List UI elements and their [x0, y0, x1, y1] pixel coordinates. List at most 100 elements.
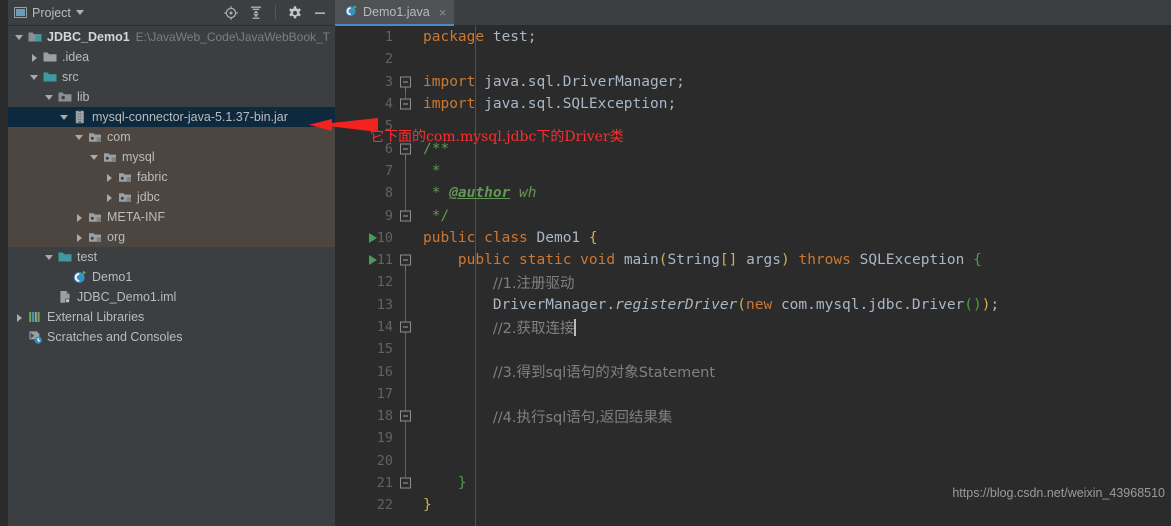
tree-expand-toggle-icon[interactable]	[104, 192, 115, 203]
tree-row[interactable]: JDBC_Demo1.iml	[8, 287, 335, 307]
fold-gutter[interactable]	[397, 71, 419, 94]
run-gutter-icon[interactable]	[369, 232, 377, 243]
tree-row[interactable]: JDBC_Demo1 E:\JavaWeb_Code\JavaWebBook_T	[8, 27, 335, 47]
editor-area: Demo1.java × 1 package test; 2 3 import java…	[335, 0, 1171, 526]
package-icon	[102, 149, 118, 165]
fold-gutter[interactable]	[397, 382, 419, 406]
tree-expand-toggle-icon[interactable]	[74, 212, 85, 223]
code-token: public	[423, 229, 476, 246]
tree-expand-toggle-icon[interactable]	[74, 132, 85, 143]
code-token: SQLException	[850, 252, 974, 269]
tab-demo1-java[interactable]: Demo1.java ×	[335, 0, 455, 26]
code-line: 19	[335, 427, 1171, 450]
tree-row[interactable]: Scratches and Consoles	[8, 327, 335, 347]
tree-row[interactable]: Demo1	[8, 267, 335, 287]
code-line: 9 */	[335, 204, 1171, 226]
iml-file-icon	[57, 289, 73, 305]
minimize-icon[interactable]	[312, 5, 328, 21]
tree-expand-toggle-icon[interactable]	[44, 252, 55, 263]
tree-row[interactable]: .idea	[8, 47, 335, 67]
tree-expand-toggle-icon[interactable]	[29, 72, 40, 83]
code-line-text: //3.得到sql语句的对象Statement	[419, 360, 1171, 382]
tree-row[interactable]: com	[8, 127, 335, 147]
fold-end-icon[interactable]	[400, 321, 411, 333]
fold-gutter[interactable]	[397, 293, 419, 316]
code-token: []	[719, 252, 738, 269]
red-arrow-icon	[309, 118, 378, 132]
code-token: (	[658, 252, 668, 269]
fold-gutter[interactable]	[397, 92, 419, 115]
fold-gutter[interactable]	[397, 338, 419, 361]
fold-end-icon[interactable]	[400, 477, 411, 489]
fold-gutter[interactable]	[397, 159, 419, 183]
locate-icon[interactable]	[223, 5, 239, 21]
fold-gutter[interactable]	[397, 315, 419, 339]
line-number: 17	[376, 385, 393, 402]
fold-region-line	[405, 427, 406, 450]
run-gutter-icon[interactable]	[369, 255, 377, 266]
tree-row[interactable]: META-INF	[8, 207, 335, 227]
fold-end-icon[interactable]	[400, 210, 411, 222]
tree-expand-toggle-icon[interactable]	[104, 172, 115, 183]
close-icon[interactable]: ×	[439, 5, 447, 20]
fold-gutter[interactable]	[397, 227, 419, 249]
line-number: 8	[384, 185, 393, 202]
tree-expand-toggle-icon[interactable]	[74, 232, 85, 243]
project-panel-label: Project	[32, 5, 71, 20]
fold-collapse-icon[interactable]	[400, 76, 411, 94]
fold-end-icon[interactable]	[400, 410, 411, 422]
code-token: throws	[798, 252, 851, 269]
tree-row[interactable]: src	[8, 67, 335, 87]
tree-expand-toggle-icon[interactable]	[44, 92, 55, 103]
code-token: @author	[449, 185, 511, 202]
tree-row[interactable]: mysql-connector-java-5.1.37-bin.jar	[8, 107, 335, 127]
fold-gutter[interactable]	[397, 471, 419, 494]
fold-gutter[interactable]	[397, 360, 419, 383]
tree-expand-toggle-icon[interactable]	[59, 112, 70, 123]
settings-gear-icon[interactable]	[287, 5, 303, 21]
tree-expand-toggle-icon[interactable]	[29, 52, 40, 63]
project-title-button[interactable]: Project	[14, 6, 84, 20]
code-line: 1 package test;	[335, 26, 1171, 48]
tree-expand-toggle-icon[interactable]	[14, 32, 25, 43]
code-token: {	[588, 229, 598, 246]
toolbar-divider	[275, 5, 276, 20]
collapse-all-icon[interactable]	[248, 5, 264, 21]
tree-expand-toggle-icon[interactable]	[89, 152, 100, 163]
tree-row[interactable]: lib	[8, 87, 335, 107]
fold-collapse-icon[interactable]	[400, 254, 411, 272]
tree-row[interactable]: mysql	[8, 147, 335, 167]
fold-gutter[interactable]	[397, 182, 419, 205]
tree-row[interactable]: org	[8, 227, 335, 247]
code-editor[interactable]: 1 package test; 2 3 import java.sql.DriverMa…	[335, 26, 1171, 526]
line-number: 9	[384, 207, 393, 224]
code-token: class	[484, 229, 528, 246]
fold-end-icon[interactable]	[400, 98, 411, 110]
project-tree[interactable]: JDBC_Demo1 E:\JavaWeb_Code\JavaWebBook_T.…	[8, 26, 335, 526]
line-number: 15	[376, 341, 393, 358]
fold-gutter[interactable]	[397, 26, 419, 48]
fold-gutter[interactable]	[397, 449, 419, 472]
tree-row[interactable]: fabric	[8, 167, 335, 187]
tree-item-label: test	[77, 250, 98, 264]
line-number: 3	[384, 73, 393, 90]
tree-item-path: E:\JavaWeb_Code\JavaWebBook_T	[135, 30, 331, 44]
tree-row[interactable]: jdbc	[8, 187, 335, 207]
line-number: 21	[376, 475, 393, 492]
tree-row[interactable]: External Libraries	[8, 307, 335, 327]
code-line-text: public class Demo1 {	[419, 227, 1171, 249]
chevron-down-icon[interactable]	[75, 10, 84, 15]
tree-row[interactable]: test	[8, 247, 335, 267]
code-token: java.sql.DriverManager;	[475, 73, 685, 90]
line-number: 11	[335, 249, 397, 271]
fold-gutter[interactable]	[397, 204, 419, 226]
fold-gutter[interactable]	[397, 494, 419, 516]
fold-gutter[interactable]	[397, 271, 419, 294]
fold-gutter[interactable]	[397, 405, 419, 428]
tree-expand-toggle-icon[interactable]	[14, 312, 25, 323]
fold-gutter[interactable]	[397, 48, 419, 70]
fold-gutter[interactable]	[397, 249, 419, 272]
fold-gutter[interactable]	[397, 427, 419, 450]
